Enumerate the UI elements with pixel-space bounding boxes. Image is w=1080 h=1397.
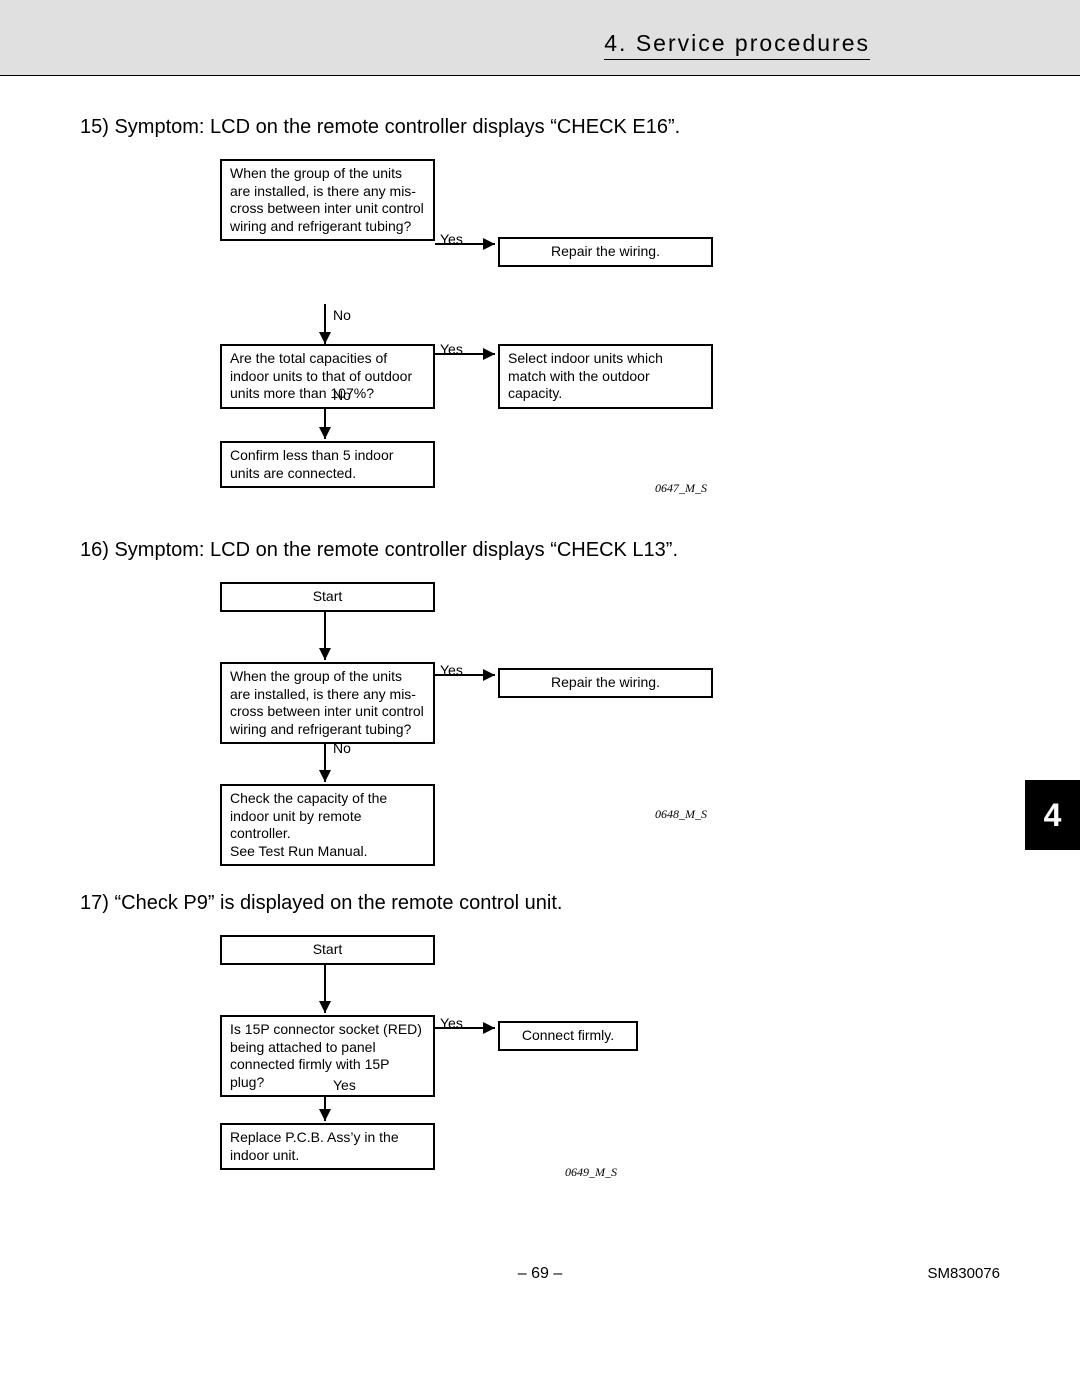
fc15-q1: When the group of the units are installe… bbox=[220, 159, 435, 241]
fc15-a1: Repair the wiring. bbox=[498, 237, 713, 267]
fc17-q1: Is 15P connector socket (RED) being atta… bbox=[220, 1015, 435, 1097]
fc15-q1-yes: Yes bbox=[440, 231, 463, 247]
fc17-a1: Connect firmly. bbox=[498, 1021, 638, 1051]
header-title: 4. Service procedures bbox=[604, 30, 870, 60]
section-17-heading: 17) “Check P9” is displayed on the remot… bbox=[80, 892, 1000, 915]
fc17-end: Replace P.C.B. Ass’y in the indoor unit. bbox=[220, 1123, 435, 1170]
flowchart-16: Start When the group of the units are in… bbox=[220, 582, 1000, 872]
fc16-q1: When the group of the units are installe… bbox=[220, 662, 435, 744]
doc-code: SM830076 bbox=[927, 1265, 1000, 1282]
fc16-q1-no: No bbox=[333, 740, 351, 756]
fc16-a1: Repair the wiring. bbox=[498, 668, 713, 698]
section-15-heading: 15) Symptom: LCD on the remote controlle… bbox=[80, 116, 1000, 139]
fc15-a2: Select indoor units which match with the… bbox=[498, 344, 713, 409]
fc15-code: 0647_M_S bbox=[655, 481, 707, 496]
fc15-q2-no: No bbox=[333, 387, 351, 403]
header-bar: 4. Service procedures bbox=[0, 0, 1080, 76]
fc15-q1-no: No bbox=[333, 307, 351, 323]
fc16-code: 0648_M_S bbox=[655, 807, 707, 822]
fc16-q1-yes: Yes bbox=[440, 662, 463, 678]
fc17-below-yes: Yes bbox=[333, 1077, 356, 1093]
page-number: – 69 – bbox=[0, 1265, 1080, 1283]
fc17-start: Start bbox=[220, 935, 435, 965]
fc15-end: Confirm less than 5 indoor units are con… bbox=[220, 441, 435, 488]
fc16-end: Check the capacity of the indoor unit by… bbox=[220, 784, 435, 866]
side-chapter-tab: 4 bbox=[1025, 780, 1080, 850]
fc15-q2-yes: Yes bbox=[440, 341, 463, 357]
fc15-q2: Are the total capacities of indoor units… bbox=[220, 344, 435, 409]
fc17-q1-yes: Yes bbox=[440, 1015, 463, 1031]
footer: – 69 – SM830076 bbox=[0, 1265, 1080, 1283]
flowchart-15: Start When the group of the units are in… bbox=[220, 159, 1000, 519]
section-16-heading: 16) Symptom: LCD on the remote controlle… bbox=[80, 539, 1000, 562]
flowchart-17: Start Is 15P connector socket (RED) bein… bbox=[220, 935, 1000, 1195]
fc16-start: Start bbox=[220, 582, 435, 612]
fc17-code: 0649_M_S bbox=[565, 1165, 617, 1180]
content: 15) Symptom: LCD on the remote controlle… bbox=[0, 76, 1080, 1255]
